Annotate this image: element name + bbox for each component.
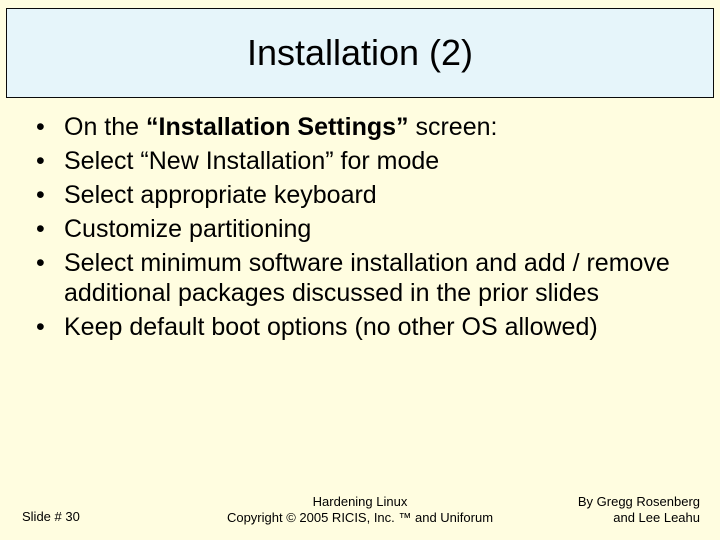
bullet-item: On the “Installation Settings” screen: — [30, 112, 694, 142]
slide-body: On the “Installation Settings” screen: S… — [30, 112, 694, 346]
bullet-list: On the “Installation Settings” screen: S… — [30, 112, 694, 342]
bullet-text: Select minimum software installation and… — [64, 249, 670, 307]
bullet-item: Select “New Installation” for mode — [30, 146, 694, 176]
bullet-text-post: screen: — [409, 113, 498, 141]
footer-right-line1: By Gregg Rosenberg — [578, 494, 700, 510]
slide-footer: Slide # 30 Hardening Linux Copyright © 2… — [0, 484, 720, 526]
footer-right-line2: and Lee Leahu — [578, 510, 700, 526]
slide: Installation (2) On the “Installation Se… — [0, 0, 720, 540]
bullet-item: Keep default boot options (no other OS a… — [30, 312, 694, 342]
bullet-text: Select “New Installation” for mode — [64, 147, 439, 175]
bullet-text-strong: “Installation Settings” — [146, 113, 409, 141]
slide-title: Installation (2) — [247, 32, 473, 74]
bullet-item: Select minimum software installation and… — [30, 248, 694, 308]
bullet-text: Customize partitioning — [64, 215, 311, 243]
footer-right: By Gregg Rosenberg and Lee Leahu — [578, 494, 700, 527]
bullet-item: Customize partitioning — [30, 214, 694, 244]
title-band: Installation (2) — [6, 8, 714, 98]
bullet-item: Select appropriate keyboard — [30, 180, 694, 210]
bullet-text: Keep default boot options (no other OS a… — [64, 313, 598, 341]
bullet-text-pre: On the — [64, 113, 146, 141]
bullet-text: Select appropriate keyboard — [64, 181, 377, 209]
